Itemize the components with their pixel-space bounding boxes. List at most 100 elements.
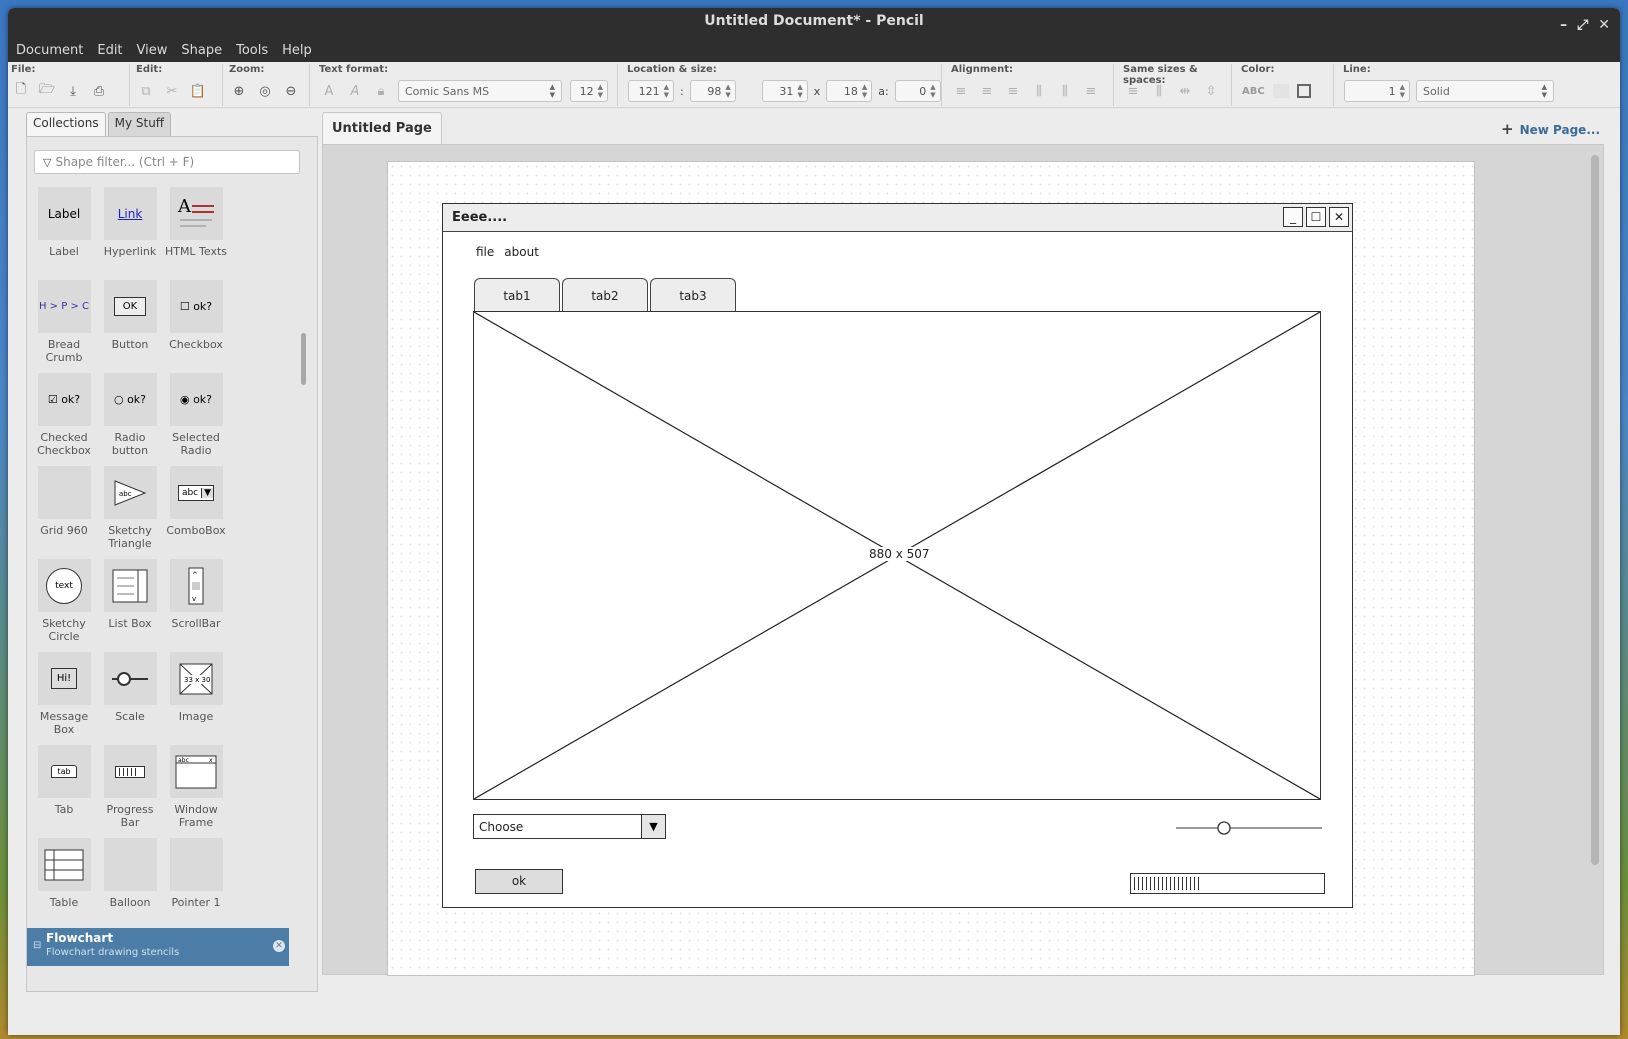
spinner-arrows-icon: ▲ ▼: [861, 83, 868, 99]
mockup-combobox[interactable]: Choose ▼: [473, 814, 666, 839]
align-bottom-icon[interactable]: ≡: [1082, 82, 1100, 100]
collection-flowchart[interactable]: ⊟ Flowchart Flowchart drawing stencils ✕: [27, 928, 289, 966]
cut-icon[interactable]: ✂: [163, 82, 181, 100]
y-position-spinner[interactable]: 98 ▲ ▼: [689, 80, 736, 102]
text-lock-icon[interactable]: 🔒︎: [372, 82, 390, 100]
stroke-color-button[interactable]: [1296, 84, 1311, 98]
maximize-icon[interactable]: ⤢: [1577, 12, 1588, 38]
menu-document[interactable]: Document: [16, 43, 83, 58]
mockup-ok-button[interactable]: ok: [475, 869, 563, 894]
shape-pointer-1[interactable]: Pointer 1: [163, 838, 229, 909]
mockup-title: Eeee....: [452, 210, 508, 225]
close-icon[interactable]: ✕: [1598, 12, 1610, 38]
mockup-menu-file[interactable]: file: [476, 245, 494, 259]
width-spinner[interactable]: 31 ▲ ▼: [761, 80, 808, 102]
shape-sketchy-triangle[interactable]: abc Sketchy Triangle: [97, 466, 163, 550]
text-italic-icon[interactable]: A: [346, 82, 364, 100]
font-family-select[interactable]: Comic Sans MS ▲ ▼: [398, 80, 562, 102]
shape-html-texts[interactable]: A HTML Texts: [163, 187, 229, 258]
shape-grid-960[interactable]: Grid 960: [31, 466, 97, 537]
shapes-scrollbar[interactable]: [299, 185, 307, 945]
height-spinner[interactable]: 18 ▲ ▼: [826, 80, 873, 102]
mockup-tab-3[interactable]: tab3: [650, 278, 736, 312]
line-width-spinner[interactable]: 1 ▲ ▼: [1344, 80, 1410, 102]
shape-button[interactable]: OK Button: [97, 280, 163, 351]
fill-color-button[interactable]: [1272, 84, 1289, 98]
new-document-icon[interactable]: 🗋: [12, 82, 30, 100]
tab-my-stuff[interactable]: My Stuff: [107, 112, 172, 136]
shape-image[interactable]: 33 x 30 Image: [163, 652, 229, 723]
shape-selected-radio[interactable]: ◉ ok? Selected Radio: [163, 373, 229, 457]
shape-checked-checkbox[interactable]: ☑ ok? Checked Checkbox: [31, 373, 97, 457]
mockup-tab-1[interactable]: tab1: [474, 278, 560, 312]
line-width-value: 1: [1388, 84, 1396, 98]
dropdown-arrow-icon[interactable]: ▼: [641, 815, 665, 838]
mockup-maximize-icon[interactable]: ☐: [1306, 207, 1326, 227]
shape-sketchy-circle[interactable]: text Sketchy Circle: [31, 559, 97, 643]
shape-label[interactable]: Label Label: [31, 187, 97, 258]
shape-hyperlink[interactable]: Link Hyperlink: [97, 187, 163, 258]
space-horizontal-icon[interactable]: ⇹: [1176, 82, 1194, 100]
drawing-canvas-area[interactable]: Eeee.... _ ☐ ✕ file about tab1 tab2 tab3: [322, 144, 1604, 976]
shape-radio-button[interactable]: ○ ok? Radio button: [97, 373, 163, 457]
shape-filter-input[interactable]: ▽ Shape filter... (Ctrl + F): [34, 150, 300, 174]
angle-spinner[interactable]: 0 ▲ ▼: [894, 80, 941, 102]
paste-icon[interactable]: 📋: [189, 82, 207, 100]
menu-shape[interactable]: Shape: [181, 43, 222, 58]
drawing-page[interactable]: Eeee.... _ ☐ ✕ file about tab1 tab2 tab3: [387, 161, 1475, 976]
text-color-button[interactable]: ABC: [1242, 86, 1265, 97]
shape-balloon[interactable]: Balloon: [97, 838, 163, 909]
shape-checkbox[interactable]: ☐ ok? Checkbox: [163, 280, 229, 351]
shape-bread-crumb[interactable]: H > P > C Bread Crumb: [31, 280, 97, 364]
svg-text:A: A: [177, 196, 192, 217]
shape-list-box[interactable]: List Box: [97, 559, 163, 630]
text-color-icon[interactable]: A: [320, 82, 338, 100]
menu-help[interactable]: Help: [282, 43, 312, 58]
same-height-icon[interactable]: ⫼: [1150, 82, 1168, 100]
minimize-icon[interactable]: –: [1560, 12, 1567, 38]
mockup-image-placeholder[interactable]: 880 x 507: [473, 311, 1321, 800]
print-icon[interactable]: ⎙: [90, 82, 108, 100]
shape-progress-bar[interactable]: Progress Bar: [97, 745, 163, 829]
align-right-icon[interactable]: ≡: [1004, 82, 1022, 100]
menu-edit[interactable]: Edit: [97, 43, 122, 58]
menu-tools[interactable]: Tools: [236, 43, 268, 58]
mockup-close-icon[interactable]: ✕: [1329, 207, 1349, 227]
same-width-icon[interactable]: ≡: [1124, 82, 1142, 100]
zoom-out-icon[interactable]: ⊖: [282, 82, 300, 100]
shape-window-frame[interactable]: abc x Window Frame: [163, 745, 229, 829]
collapse-icon[interactable]: ⊟: [33, 940, 41, 951]
align-middle-icon[interactable]: ⫼: [1056, 82, 1074, 100]
mockup-minimize-icon[interactable]: _: [1283, 207, 1303, 227]
line-style-select[interactable]: Solid ▲ ▼: [1416, 80, 1554, 102]
menu-view[interactable]: View: [137, 43, 168, 58]
scrollbar-thumb[interactable]: [301, 333, 306, 385]
mockup-slider[interactable]: [1176, 820, 1322, 835]
shape-tab[interactable]: tab Tab: [31, 745, 97, 816]
new-page-button[interactable]: + New Page...: [1501, 120, 1600, 138]
tab-collections[interactable]: Collections: [26, 112, 106, 136]
close-icon[interactable]: ✕: [273, 940, 285, 952]
zoom-in-icon[interactable]: ⊕: [230, 82, 248, 100]
canvas-vertical-scrollbar[interactable]: [1591, 155, 1599, 865]
slider-track-icon: [1176, 821, 1322, 835]
shape-scrollbar[interactable]: ^ v ScrollBar: [163, 559, 229, 630]
align-left-icon[interactable]: ≡: [952, 82, 970, 100]
copy-icon[interactable]: ⧉: [137, 82, 155, 100]
tab-untitled-page[interactable]: Untitled Page: [322, 112, 442, 144]
mockup-window-frame[interactable]: Eeee.... _ ☐ ✕ file about tab1 tab2 tab3: [442, 203, 1353, 908]
shape-table[interactable]: Table: [31, 838, 97, 909]
font-size-spinner[interactable]: 12 ▲ ▼: [570, 80, 608, 102]
shape-combobox[interactable]: abc ▼ ComboBox: [163, 466, 229, 537]
mockup-menu-about[interactable]: about: [504, 245, 539, 259]
align-top-icon[interactable]: ⫼: [1030, 82, 1048, 100]
space-vertical-icon[interactable]: ⇳: [1202, 82, 1220, 100]
align-center-icon[interactable]: ≡: [978, 82, 996, 100]
zoom-reset-icon[interactable]: ◎: [256, 82, 274, 100]
save-icon[interactable]: ⤓: [64, 82, 82, 100]
mockup-tab-2[interactable]: tab2: [562, 278, 648, 312]
open-folder-icon[interactable]: 🗁: [38, 82, 56, 100]
shape-scale[interactable]: Scale: [97, 652, 163, 723]
shape-message-box[interactable]: Hi! Message Box: [31, 652, 97, 736]
x-position-spinner[interactable]: 121 ▲ ▼: [628, 80, 674, 102]
